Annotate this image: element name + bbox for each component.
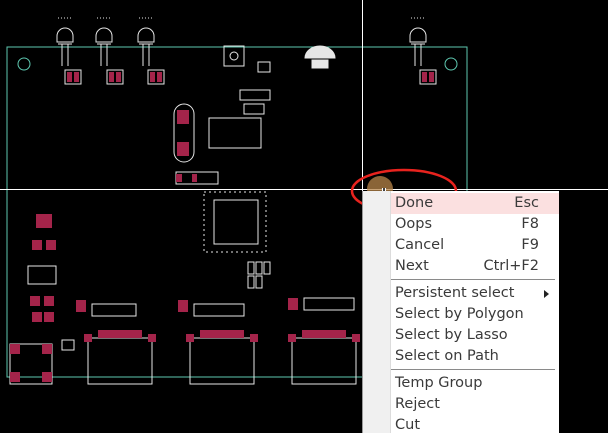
menu-item-label: Select on Path xyxy=(395,348,499,364)
menu-item-label: Select by Lasso xyxy=(395,327,508,343)
menu-item-label: Cancel xyxy=(395,237,445,253)
arrow-right-icon xyxy=(544,290,549,298)
cap-footprint xyxy=(257,61,271,73)
menu-item-label: Persistent select xyxy=(395,285,515,301)
menu-item-shortcut: Esc xyxy=(514,195,539,211)
menu-item-shortcut: Ctrl+F2 xyxy=(483,258,539,274)
mounting-hole xyxy=(444,57,458,71)
left-components xyxy=(9,214,75,385)
menu-item-label: Done xyxy=(395,195,434,211)
mounting-hole xyxy=(17,57,31,71)
push-button-footprint xyxy=(223,45,245,67)
menu-item-label: Cut xyxy=(395,417,420,433)
menu-item-next[interactable]: Next Ctrl+F2 xyxy=(391,256,559,277)
menu-separator xyxy=(391,369,555,370)
menu-item-label: Reject xyxy=(395,396,440,412)
menu-item-oops[interactable]: Oops F8 xyxy=(391,214,559,235)
passive-footprints xyxy=(175,89,271,185)
passive-pads xyxy=(176,174,197,182)
menu-item-reject[interactable]: Reject xyxy=(391,394,559,415)
buzzer-footprint xyxy=(304,45,336,69)
menu-item-select-by-lasso[interactable]: Select by Lasso xyxy=(391,325,559,346)
resistor-footprints xyxy=(64,69,437,85)
context-menu: Done Esc Oops F8 Cancel F9 Next Ctrl+F2 … xyxy=(362,191,559,433)
menu-item-label: Temp Group xyxy=(395,375,483,391)
menu-item-cancel[interactable]: Cancel F9 xyxy=(391,235,559,256)
menu-icon-gutter xyxy=(363,191,391,433)
ic-footprint xyxy=(208,117,262,149)
menu-separator xyxy=(391,279,555,280)
menu-item-label: Oops xyxy=(395,216,433,232)
menu-item-temp-group[interactable]: Temp Group xyxy=(391,373,559,394)
menu-item-label: Select by Polygon xyxy=(395,306,524,322)
menu-item-label: Next xyxy=(395,258,429,274)
menu-item-done[interactable]: Done Esc xyxy=(391,193,559,214)
menu-item-shortcut: F8 xyxy=(521,216,539,232)
menu-item-select-by-polygon[interactable]: Select by Polygon xyxy=(391,304,559,325)
menu-item-cut[interactable]: Cut xyxy=(391,415,559,433)
connector-footprints xyxy=(76,297,360,385)
menu-item-persistent-select[interactable]: Persistent select xyxy=(391,283,559,304)
push-button-center xyxy=(229,51,239,61)
cap-array xyxy=(247,261,271,289)
menu-item-select-on-path[interactable]: Select on Path xyxy=(391,346,559,367)
mcu-footprint xyxy=(203,191,267,253)
menu-item-shortcut: F9 xyxy=(521,237,539,253)
crystal-footprint xyxy=(173,103,195,163)
